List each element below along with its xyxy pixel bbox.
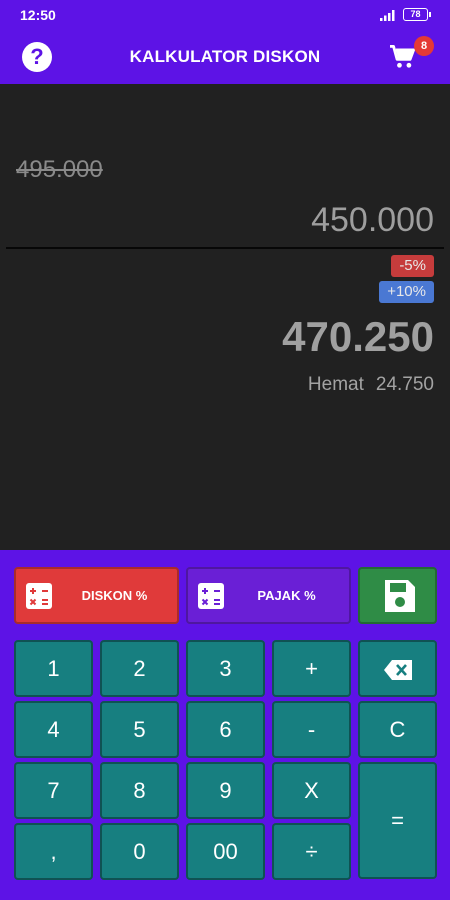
key-5[interactable]: 5 [100, 701, 179, 758]
key-8[interactable]: 8 [100, 762, 179, 819]
key-plus[interactable]: + [272, 640, 351, 697]
calculator-display: 495.000 450.000 -5% +10% 470.250 Hemat 24… [0, 84, 450, 550]
key-0[interactable]: 0 [100, 823, 179, 880]
status-bar: 12:50 78 [0, 0, 450, 30]
savings-label: Hemat [307, 374, 364, 395]
keypad: DISKON % PAJAK % 1 2 3 + 4 5 6 - C 7 8 9… [0, 550, 450, 900]
key-7[interactable]: 7 [14, 762, 93, 819]
battery-icon: 78 [403, 8, 431, 21]
key-comma[interactable]: , [14, 823, 93, 880]
key-6[interactable]: 6 [186, 701, 265, 758]
cart-badge: 8 [414, 36, 434, 56]
key-00[interactable]: 00 [186, 823, 265, 880]
input-price: 450.000 [311, 201, 434, 239]
backspace-icon [383, 660, 412, 681]
key-multiply[interactable]: X [272, 762, 351, 819]
status-time: 12:50 [20, 7, 56, 23]
clear-button[interactable]: C [358, 701, 437, 758]
key-minus[interactable]: - [272, 701, 351, 758]
key-4[interactable]: 4 [14, 701, 93, 758]
calculator-icon [26, 583, 52, 609]
save-button[interactable] [358, 567, 437, 624]
diskon-label: DISKON % [81, 588, 148, 603]
tax-chip: +10% [379, 281, 434, 303]
discount-chip: -5% [391, 255, 434, 277]
savings-value: 24.750 [375, 374, 434, 395]
result-value: 470.250 [282, 313, 434, 360]
key-3[interactable]: 3 [186, 640, 265, 697]
key-2[interactable]: 2 [100, 640, 179, 697]
diskon-button[interactable]: DISKON % [14, 567, 179, 624]
key-9[interactable]: 9 [186, 762, 265, 819]
calculator-icon [198, 583, 224, 609]
pajak-label: PAJAK % [257, 588, 316, 603]
key-divide[interactable]: ÷ [272, 823, 351, 880]
original-price: 495.000 [16, 156, 103, 183]
pajak-button[interactable]: PAJAK % [186, 567, 351, 624]
divider [6, 247, 444, 249]
equals-button[interactable]: = [358, 762, 437, 879]
backspace-button[interactable] [358, 640, 437, 697]
signal-icon [380, 10, 395, 21]
floppy-disk-icon [385, 580, 415, 612]
app-bar: ? KALKULATOR DISKON 8 [0, 30, 450, 84]
savings-line: Hemat 24.750 [308, 374, 434, 396]
page-title: KALKULATOR DISKON [129, 47, 321, 66]
key-1[interactable]: 1 [14, 640, 93, 697]
